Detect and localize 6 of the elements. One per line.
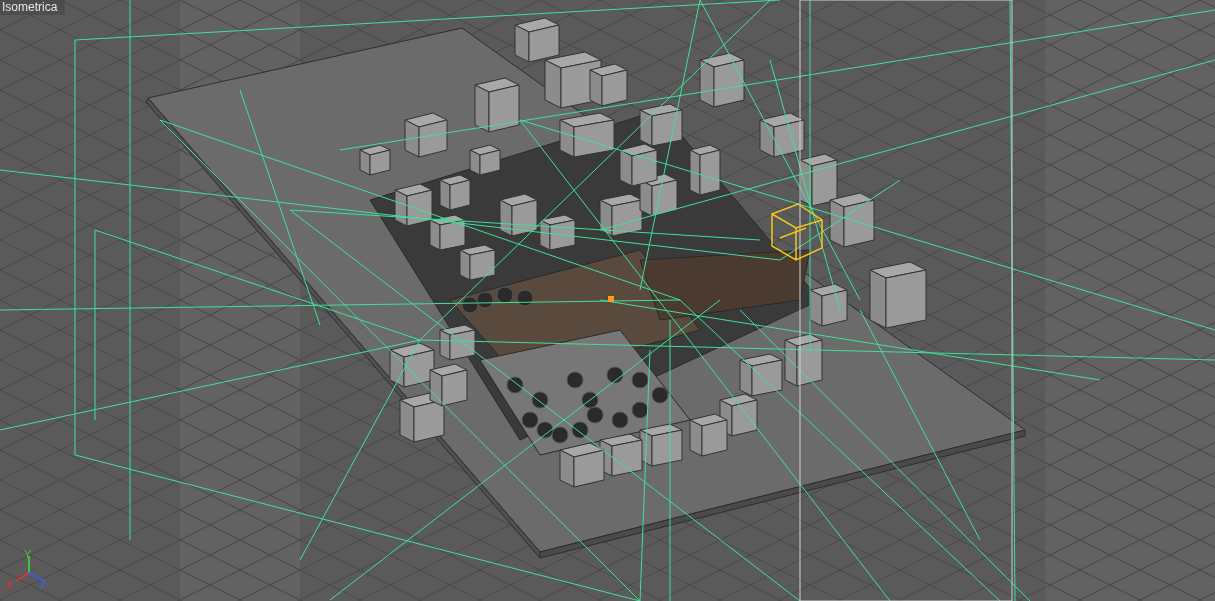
pivot-marker-icon [608, 296, 614, 302]
axis-label: Y [24, 548, 32, 560]
axis-label: X [6, 579, 14, 591]
axis-label: Z [40, 578, 47, 590]
viewport-label: Isometrica [0, 0, 66, 15]
selection-cube-icon [771, 203, 823, 261]
